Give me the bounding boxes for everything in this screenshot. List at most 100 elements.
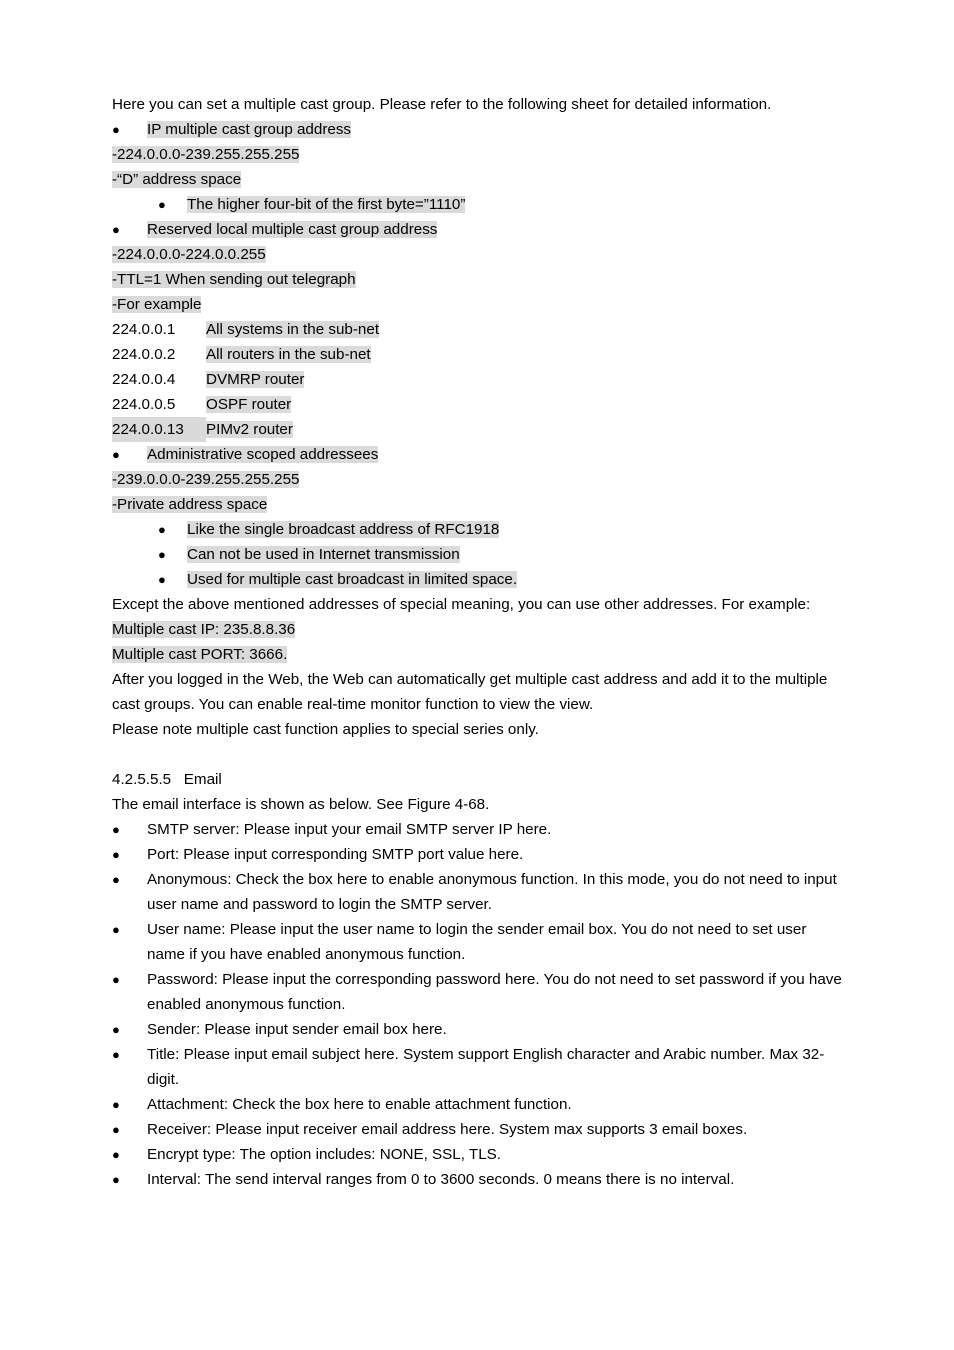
- ttl-line-text: -TTL=1 When sending out telegraph: [112, 271, 356, 288]
- bullet-dot-icon: ●: [112, 222, 120, 237]
- bullet-label-private-note: Can not be used in Internet transmission: [187, 546, 460, 563]
- bullet-label-ip-multicast-group: IP multiple cast group address: [147, 121, 352, 138]
- bullet-label-private-note: Used for multiple cast broadcast in limi…: [187, 571, 518, 588]
- bullet-email-option: ● Attachment: Check the box here to enabl…: [112, 1092, 842, 1117]
- address-row: 224.0.0.5 OSPF router: [112, 392, 842, 417]
- bullet-dot-icon: ●: [112, 972, 120, 987]
- address-row-description: DVMRP router: [206, 371, 305, 388]
- bullet-dot-icon: ●: [112, 822, 120, 837]
- bullet-label-email-option: Title: Please input email subject here. …: [147, 1046, 825, 1088]
- range-ip-multicast-group-text: -224.0.0.0-239.255.255.255: [112, 146, 300, 163]
- bullet-dot-icon: ●: [112, 1047, 120, 1062]
- bullet-private-note: ● Can not be used in Internet transmissio…: [112, 542, 842, 567]
- bullet-higher-four-bit: ● The higher four-bit of the first byte=…: [112, 192, 842, 217]
- address-row-list: 224.0.0.1 All systems in the sub-net 224.0…: [112, 317, 842, 442]
- bullet-dot-icon: ●: [158, 522, 166, 537]
- email-bullet-list: ● SMTP server: Please input your email SM…: [112, 817, 842, 1192]
- address-row: 224.0.0.4 DVMRP router: [112, 367, 842, 392]
- bullet-label-email-option: Receiver: Please input receiver email ad…: [147, 1121, 748, 1138]
- ttl-line: -TTL=1 When sending out telegraph: [112, 267, 842, 292]
- for-example-line: -For example: [112, 292, 842, 317]
- bullet-label-email-option: Port: Please input corresponding SMTP po…: [147, 846, 524, 863]
- bullet-dot-icon: ●: [112, 922, 120, 937]
- bullet-email-option: ● Encrypt type: The option includes: NONE…: [112, 1142, 842, 1167]
- section-title: Email: [183, 771, 222, 788]
- private-notes-list: ● Like the single broadcast address of RF…: [112, 517, 842, 592]
- bullet-email-option: ● Receiver: Please input receiver email a…: [112, 1117, 842, 1142]
- address-row-ip: 224.0.0.1: [112, 321, 176, 338]
- bullet-private-note: ● Used for multiple cast broadcast in lim…: [112, 567, 842, 592]
- address-row: 224.0.0.1 All systems in the sub-net: [112, 317, 842, 342]
- bullet-email-option: ● Title: Please input email subject here.…: [112, 1042, 842, 1092]
- bullet-dot-icon: ●: [112, 1172, 120, 1187]
- multicast-port-line: Multiple cast PORT: 3666.: [112, 642, 842, 667]
- multicast-note-paragraph: Please note multiple cast function appli…: [112, 721, 539, 738]
- intro-paragraph: Here you can set a multiple cast group. …: [112, 96, 772, 113]
- address-row-description: All routers in the sub-net: [206, 346, 371, 363]
- address-row-ip: 224.0.0.5: [112, 396, 176, 413]
- private-address-space-text: -Private address space: [112, 496, 268, 513]
- bullet-admin-scoped: ● Administrative scoped addressees: [112, 442, 842, 467]
- bullet-dot-icon: ●: [112, 447, 120, 462]
- bullet-dot-icon: ●: [158, 547, 166, 562]
- bullet-label-email-option: Interval: The send interval ranges from …: [147, 1171, 735, 1188]
- private-address-space: -Private address space: [112, 492, 842, 517]
- section-number: 4.2.5.5.5: [112, 771, 172, 788]
- address-row-description: OSPF router: [206, 396, 292, 413]
- after-login-paragraph: After you logged in the Web, the Web can…: [112, 671, 828, 713]
- multicast-ip-value: Multiple cast IP: 235.8.8.36: [112, 621, 296, 638]
- range-admin-scoped-text: -239.0.0.0-239.255.255.255: [112, 471, 300, 488]
- bullet-label-admin-scoped: Administrative scoped addressees: [147, 446, 379, 463]
- bullet-dot-icon: ●: [112, 1122, 120, 1137]
- bullet-label-private-note: Like the single broadcast address of RFC…: [187, 521, 500, 538]
- bullet-dot-icon: ●: [112, 872, 120, 887]
- address-row: 224.0.0.13 PIMv2 router: [112, 417, 842, 442]
- address-row-ip: 224.0.0.2: [112, 346, 176, 363]
- for-example-text: -For example: [112, 296, 202, 313]
- bullet-dot-icon: ●: [112, 122, 120, 137]
- bullet-label-email-option: SMTP server: Please input your email SMT…: [147, 821, 552, 838]
- bullet-email-option: ● Port: Please input corresponding SMTP p…: [112, 842, 842, 867]
- bullet-email-option: ● User name: Please input the user name t…: [112, 917, 842, 967]
- bullet-private-note: ● Like the single broadcast address of RF…: [112, 517, 842, 542]
- bullet-label-reserved-local-group: Reserved local multiple cast group addre…: [147, 221, 438, 238]
- bullet-label-email-option: User name: Please input the user name to…: [147, 921, 807, 963]
- bullet-email-option: ● Sender: Please input sender email box h…: [112, 1017, 842, 1042]
- bullet-ip-multicast-group: ● IP multiple cast group address: [112, 117, 842, 142]
- bullet-email-option: ● Anonymous: Check the box here to enable…: [112, 867, 842, 917]
- bullet-email-option: ● Interval: The send interval ranges from…: [112, 1167, 842, 1192]
- address-row-description: PIMv2 router: [206, 421, 293, 438]
- email-intro-paragraph: The email interface is shown as below. S…: [112, 796, 490, 813]
- address-row: 224.0.0.2 All routers in the sub-net: [112, 342, 842, 367]
- bullet-email-option: ● Password: Please input the correspondin…: [112, 967, 842, 1017]
- bullet-reserved-local-group: ● Reserved local multiple cast group add…: [112, 217, 842, 242]
- bullet-dot-icon: ●: [112, 847, 120, 862]
- bullet-dot-icon: ●: [112, 1097, 120, 1112]
- bullet-dot-icon: ●: [158, 197, 166, 212]
- range-reserved-local-text: -224.0.0.0-224.0.0.255: [112, 246, 266, 263]
- bullet-dot-icon: ●: [158, 572, 166, 587]
- multicast-ip-line: Multiple cast IP: 235.8.8.36: [112, 617, 842, 642]
- range-reserved-local: -224.0.0.0-224.0.0.255: [112, 242, 842, 267]
- range-ip-multicast-group: -224.0.0.0-239.255.255.255: [112, 142, 842, 167]
- bullet-label-email-option: Attachment: Check the box here to enable…: [147, 1096, 572, 1113]
- address-row-ip: 224.0.0.13: [112, 417, 206, 442]
- bullet-email-option: ● SMTP server: Please input your email SM…: [112, 817, 842, 842]
- d-address-space-text: -“D” address space: [112, 171, 242, 188]
- bullet-dot-icon: ●: [112, 1147, 120, 1162]
- document-page: Here you can set a multiple cast group. …: [0, 0, 954, 1350]
- document-body: Here you can set a multiple cast group. …: [112, 92, 842, 1192]
- bullet-label-email-option: Anonymous: Check the box here to enable …: [147, 871, 837, 913]
- bullet-label-email-option: Encrypt type: The option includes: NONE,…: [147, 1146, 501, 1163]
- bullet-label-email-option: Sender: Please input sender email box he…: [147, 1021, 447, 1038]
- address-row-ip: 224.0.0.4: [112, 371, 176, 388]
- d-address-space: -“D” address space: [112, 167, 842, 192]
- bullet-label-higher-four-bit: The higher four-bit of the first byte=”1…: [187, 196, 466, 213]
- except-paragraph: Except the above mentioned addresses of …: [112, 596, 811, 613]
- section-heading-email: 4.2.5.5.5 Email: [112, 767, 842, 792]
- multicast-port-value: Multiple cast PORT: 3666.: [112, 646, 288, 663]
- bullet-label-email-option: Password: Please input the corresponding…: [147, 971, 842, 1013]
- bullet-dot-icon: ●: [112, 1022, 120, 1037]
- address-row-description: All systems in the sub-net: [206, 321, 380, 338]
